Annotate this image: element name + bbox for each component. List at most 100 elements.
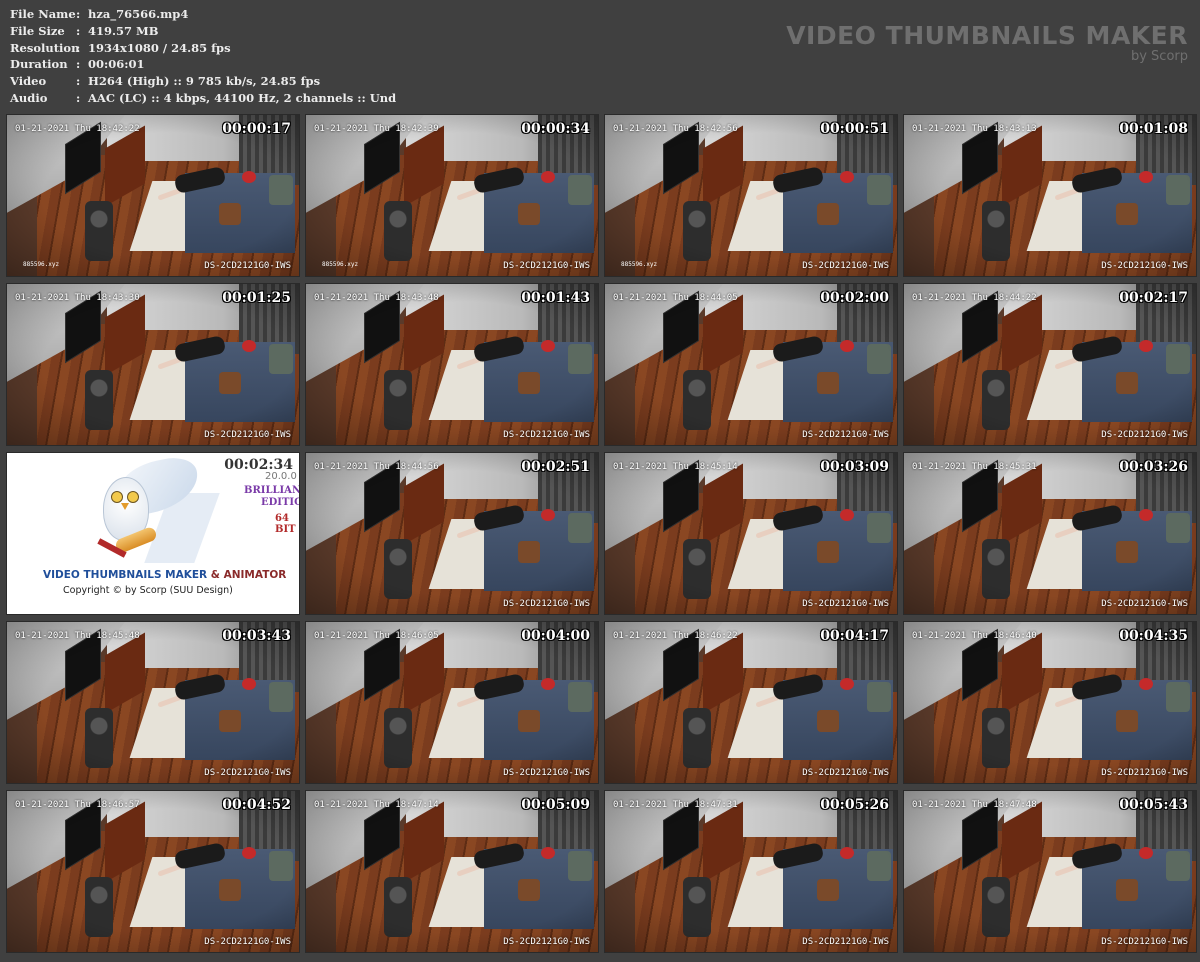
camera-model-overlay: DS-2CD2121G0-IWS [204,430,291,440]
logo-copyright: Copyright © by Scorp (SUU Design) [63,585,233,596]
thumbnail-timestamp: 00:02:17 [1119,290,1188,306]
thumbnail-timestamp: 00:02:51 [521,459,590,475]
thumbnail-timestamp: 00:01:25 [222,290,291,306]
logo-bits: 64 BIT [275,513,296,535]
camera-model-overlay: DS-2CD2121G0-IWS [503,937,590,947]
file-info-panel: File Name: hza_76566.mp4 File Size:419.57 … [10,6,396,107]
camera-date-overlay: 01-21-2021 Thu 18:43:13 [912,124,1037,134]
camera-date-overlay: 01-21-2021 Thu 18:46:22 [613,631,738,641]
info-key: Audio [10,90,48,105]
video-thumbnail[interactable]: 01-21-2021 Thu 18:46:57 DS-2CD2121G0-IWS 0… [6,790,300,953]
camera-date-overlay: 01-21-2021 Thu 18:47:14 [314,800,439,810]
thumbnail-timestamp: 00:04:00 [521,628,590,644]
video-thumbnail[interactable]: 01-21-2021 Thu 18:42:39 DS-2CD2121G0-IWS 8… [305,114,599,277]
video-thumbnail[interactable]: 01-21-2021 Thu 18:44:22 DS-2CD2121G0-IWS 0… [903,283,1197,446]
logo-name-part1: VIDEO THUMBNAILS MAKER [43,569,208,581]
info-key: Video [10,74,47,89]
camera-model-overlay: DS-2CD2121G0-IWS [204,768,291,778]
brand-subtitle: by Scorp [1130,49,1188,64]
info-key: File Name [10,7,76,21]
cctv-frame-image [605,622,897,783]
camera-date-overlay: 01-21-2021 Thu 18:44:56 [314,462,439,472]
camera-model-overlay: DS-2CD2121G0-IWS [503,599,590,609]
info-value: AAC (LC) :: 4 kbps, 44100 Hz, 2 channels… [88,90,397,105]
brand-title: VIDEO THUMBNAILS MAKER [786,21,1188,50]
thumbnail-timestamp: 00:00:34 [521,121,590,137]
cctv-frame-image [904,115,1196,276]
camera-date-overlay: 01-21-2021 Thu 18:45:14 [613,462,738,472]
info-value: 1934x1080 / 24.85 fps [88,40,231,55]
thumbnail-timestamp: 00:05:26 [820,797,889,813]
camera-model-overlay: DS-2CD2121G0-IWS [503,430,590,440]
camera-date-overlay: 01-21-2021 Thu 18:43:30 [15,293,140,303]
info-key: Duration [10,57,68,72]
info-value: 419.57 MB [88,23,159,38]
camera-model-overlay: DS-2CD2121G0-IWS [1101,937,1188,947]
video-thumbnail[interactable]: 01-21-2021 Thu 18:42:22 DS-2CD2121G0-IWS 8… [6,114,300,277]
camera-model-overlay: DS-2CD2121G0-IWS [802,599,889,609]
thumbnail-timestamp: 00:00:17 [222,121,291,137]
thumbnail-timestamp: 00:00:51 [820,121,889,137]
cctv-frame-image [306,453,598,614]
camera-model-overlay: DS-2CD2121G0-IWS [204,261,291,271]
camera-date-overlay: 01-21-2021 Thu 18:42:22 [15,124,140,134]
video-thumbnail[interactable]: 01-21-2021 Thu 18:42:56 DS-2CD2121G0-IWS 8… [604,114,898,277]
thumbnail-timestamp: 00:05:43 [1119,797,1188,813]
cctv-frame-image [605,453,897,614]
video-thumbnail[interactable]: 01-21-2021 Thu 18:44:56 DS-2CD2121G0-IWS 0… [305,452,599,615]
info-separator: : [76,90,81,105]
video-thumbnail[interactable]: 01-21-2021 Thu 18:46:22 DS-2CD2121G0-IWS 0… [604,621,898,784]
camera-date-overlay: 01-21-2021 Thu 18:45:48 [15,631,140,641]
camera-date-overlay: 01-21-2021 Thu 18:42:39 [314,124,439,134]
cctv-frame-image [7,622,299,783]
cctv-frame-image [904,791,1196,952]
video-thumbnail[interactable]: 01-21-2021 Thu 18:43:48 DS-2CD2121G0-IWS 0… [305,283,599,446]
camera-model-overlay: DS-2CD2121G0-IWS [503,261,590,271]
watermark-overlay: 885596.xyz [23,261,60,268]
cctv-frame-image [605,115,897,276]
camera-model-overlay: DS-2CD2121G0-IWS [1101,430,1188,440]
cctv-frame-image [7,115,299,276]
owl-eye-icon [111,491,123,503]
video-thumbnail[interactable]: 01-21-2021 Thu 18:46:05 DS-2CD2121G0-IWS 0… [305,621,599,784]
watermark-overlay: 885596.xyz [621,261,658,268]
thumbnail-timestamp: 00:05:09 [521,797,590,813]
camera-model-overlay: DS-2CD2121G0-IWS [802,768,889,778]
watermark-overlay: 885596.xyz [322,261,359,268]
thumbnail-timestamp: 00:04:35 [1119,628,1188,644]
cctv-frame-image [306,791,598,952]
logo-edition-line2: EDITION [261,497,299,508]
video-thumbnail[interactable]: 01-21-2021 Thu 18:46:40 DS-2CD2121G0-IWS 0… [903,621,1197,784]
camera-date-overlay: 01-21-2021 Thu 18:45:31 [912,462,1037,472]
camera-date-overlay: 01-21-2021 Thu 18:44:22 [912,293,1037,303]
camera-date-overlay: 01-21-2021 Thu 18:47:48 [912,800,1037,810]
thumbnail-timestamp: 00:01:08 [1119,121,1188,137]
info-row: Audio: AAC (LC) :: 4 kbps, 44100 Hz, 2 ch… [10,90,396,107]
camera-date-overlay: 01-21-2021 Thu 18:47:31 [613,800,738,810]
video-thumbnail[interactable]: 01-21-2021 Thu 18:47:31 DS-2CD2121G0-IWS 0… [604,790,898,953]
thumbnail-timestamp: 00:04:52 [222,797,291,813]
info-key: File Size [10,23,65,38]
camera-date-overlay: 01-21-2021 Thu 18:43:48 [314,293,439,303]
video-thumbnail[interactable]: 01-21-2021 Thu 18:47:14 DS-2CD2121G0-IWS 0… [305,790,599,953]
cctv-frame-image [904,622,1196,783]
thumbnail-grid: 01-21-2021 Thu 18:42:22 DS-2CD2121G0-IWS 8… [6,114,1197,953]
camera-model-overlay: DS-2CD2121G0-IWS [204,937,291,947]
info-key: Resolution [10,40,80,55]
video-thumbnail[interactable]: 01-21-2021 Thu 18:43:13 DS-2CD2121G0-IWS 0… [903,114,1197,277]
cctv-frame-image [7,791,299,952]
video-thumbnail[interactable]: 01-21-2021 Thu 18:47:48 DS-2CD2121G0-IWS 0… [903,790,1197,953]
video-thumbnail[interactable]: 01-21-2021 Thu 18:45:48 DS-2CD2121G0-IWS 0… [6,621,300,784]
camera-model-overlay: DS-2CD2121G0-IWS [802,937,889,947]
info-separator: : [76,74,81,89]
cctv-frame-image [306,115,598,276]
video-thumbnail[interactable]: 01-21-2021 Thu 18:45:14 DS-2CD2121G0-IWS 0… [604,452,898,615]
video-thumbnail[interactable]: 01-21-2021 Thu 18:44:05 DS-2CD2121G0-IWS 0… [604,283,898,446]
camera-model-overlay: DS-2CD2121G0-IWS [1101,599,1188,609]
cctv-frame-image [605,284,897,445]
video-thumbnail[interactable]: 01-21-2021 Thu 18:43:30 DS-2CD2121G0-IWS 0… [6,283,300,446]
logo-thumbnail[interactable]: 00:02:3420.0.0BRILLIANTEDITION64 BITVIDE… [6,452,300,615]
video-thumbnail[interactable]: 01-21-2021 Thu 18:45:31 DS-2CD2121G0-IWS 0… [903,452,1197,615]
owl-eye-icon [127,491,139,503]
camera-model-overlay: DS-2CD2121G0-IWS [1101,768,1188,778]
